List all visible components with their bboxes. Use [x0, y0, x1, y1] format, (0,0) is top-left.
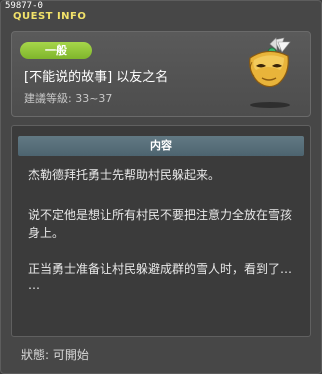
quest-name: [不能说的故事] 以友之名 — [24, 70, 169, 85]
quest-content-panel: 内容 杰勒德拜托勇士先帮助村民躲起来。 说不定他是想让所有村民不要把注意力全放在… — [11, 125, 311, 337]
recommended-level: 建議等級: 33~37 — [24, 92, 113, 105]
quest-status: 狀態: 可開始 — [21, 348, 89, 362]
golden-mask-icon — [249, 37, 291, 88]
window-title: QUEST INFO — [13, 11, 87, 22]
description-line: … — [28, 278, 40, 292]
window-id: 59877-0 — [5, 1, 43, 11]
content-section-header: 内容 — [18, 136, 304, 156]
description-line: 说不定他是想让所有村民不要把注意力全放在雪孩 — [28, 208, 293, 222]
icon-shadow — [250, 102, 290, 108]
title-bar[interactable]: 59877-0 QUEST INFO — [1, 1, 321, 25]
description-line: 身上。 — [28, 226, 65, 240]
quest-header-panel: 一般 [不能说的故事] 以友之名 建議等級: 33~37 — [11, 31, 311, 117]
description-line: 杰勒德拜托勇士先帮助村民躲起来。 — [28, 168, 221, 182]
quest-category-badge: 一般 — [20, 42, 92, 59]
quest-info-window: 59877-0 QUEST INFO 一般 [不能说的故事] 以友之名 建議等級… — [0, 0, 322, 374]
